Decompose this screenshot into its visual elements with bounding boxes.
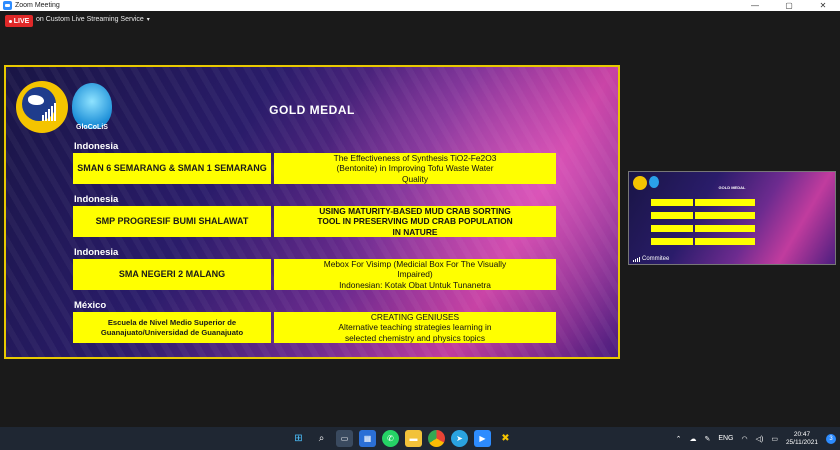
participant-video-thumbnail[interactable]: GOLD MEDAL Commitee: [628, 171, 836, 265]
whatsapp-icon[interactable]: ✆: [382, 430, 399, 447]
participant-name: Commitee: [642, 256, 670, 262]
entry-2-project-line: TOOL IN PRESERVING MUD CRAB POPULATION: [317, 216, 513, 227]
chevron-down-icon: ▾: [146, 17, 150, 23]
live-badge[interactable]: LIVE: [5, 15, 33, 27]
entry-3-project: Mebox For Visimp (Medicial Box For The V…: [274, 259, 556, 290]
search-icon[interactable]: ⌕: [313, 430, 330, 447]
entry-1-school: SMAN 6 SEMARANG & SMAN 1 SEMARANG: [73, 153, 271, 184]
thumbnail-row-block: [651, 212, 693, 219]
glocolis-logo-text: GloCoLiS: [76, 124, 108, 131]
entry-3-project-line: Impaired): [397, 269, 433, 280]
live-stream-dropdown[interactable]: on Custom Live Streaming Service ▾: [36, 16, 150, 23]
entry-2-project: USING MATURITY-BASED MUD CRAB SORTING TO…: [274, 206, 556, 237]
entry-4-project-line: Alternative teaching strategies learning…: [338, 322, 492, 333]
thumbnail-row-block: [651, 238, 693, 245]
slide-title: GOLD MEDAL: [269, 103, 355, 117]
entry-1-country: Indonesia: [74, 141, 119, 152]
notification-badge[interactable]: 3: [826, 433, 836, 444]
window-title: Zoom Meeting: [15, 2, 60, 9]
pen-icon[interactable]: ✎: [704, 435, 710, 443]
chrome-icon[interactable]: [428, 430, 445, 447]
entry-4-project: CREATING GENIUSES Alternative teaching s…: [274, 312, 556, 343]
taskbar-apps: ⊞ ⌕ ▭ ▦ ✆ ▬ ➤ ▶ ✖: [290, 430, 514, 447]
volume-icon[interactable]: ◁): [756, 435, 764, 443]
entry-4-school: Escuela de Nivel Medio Superior de Guana…: [73, 312, 271, 343]
thumbnail-row-block: [695, 212, 755, 219]
thumbnail-slide-title: GOLD MEDAL: [718, 185, 746, 190]
thumbnail-row-block: [695, 225, 755, 232]
entry-2-project-line: IN NATURE: [392, 226, 438, 237]
entry-2-school: SMP PROGRESIF BUMI SHALAWAT: [73, 206, 271, 237]
telegram-icon[interactable]: ➤: [451, 430, 468, 447]
system-tray: ⌃ ☁ ✎ ENG ◠ ◁) ▭ 20:47 25/11/2021 3: [676, 429, 836, 448]
window-controls: — ▢ ✕: [738, 0, 840, 11]
minimize-button[interactable]: —: [738, 0, 772, 11]
entry-2-country: Indonesia: [74, 194, 119, 205]
windows-taskbar: ⊞ ⌕ ▭ ▦ ✆ ▬ ➤ ▶ ✖ ⌃ ☁ ✎ ENG ◠ ◁) ▭ 20:47…: [0, 427, 840, 450]
participant-name-label: Commitee: [633, 256, 669, 262]
tools-icon[interactable]: ✖: [497, 430, 514, 447]
folder-icon[interactable]: ▬: [405, 430, 422, 447]
shared-screen: GloCoLiS GOLD MEDAL Indonesia SMAN 6 SEM…: [4, 65, 620, 359]
live-label: LIVE: [13, 17, 30, 25]
tray-overflow-icon[interactable]: ⌃: [676, 435, 682, 443]
entry-1-project-line: (Bentonite) in Improving Tofu Waste Wate…: [336, 163, 494, 174]
zoom-taskbar-icon[interactable]: ▶: [474, 430, 491, 447]
language-indicator[interactable]: ENG: [718, 435, 733, 442]
battery-icon[interactable]: ▭: [771, 435, 778, 443]
thumbnail-row-block: [695, 199, 755, 206]
entry-4-project-line: selected chemistry and physics topics: [344, 332, 486, 343]
meeting-top-bar: LIVE on Custom Live Streaming Service ▾: [0, 11, 840, 31]
window-title-bar: Zoom Meeting — ▢ ✕: [0, 0, 840, 11]
entry-3-project-line: Indonesian: Kotak Obat Untuk Tunanetra: [339, 279, 491, 290]
entry-4-country: México: [74, 300, 107, 311]
task-view-icon[interactable]: ▭: [336, 430, 353, 447]
clock-date: 25/11/2021: [785, 438, 818, 446]
signal-bars-icon: [633, 256, 640, 262]
zoom-app-icon: [3, 1, 12, 10]
entry-4-project-line: CREATING GENIUSES: [370, 312, 460, 323]
store-icon[interactable]: ▦: [359, 430, 376, 447]
clock-time: 20:47: [793, 431, 811, 439]
maximize-button[interactable]: ▢: [772, 0, 806, 11]
close-button[interactable]: ✕: [806, 0, 840, 11]
entry-1-project-line: Quality: [401, 173, 429, 184]
entry-1-project-line: The Effectiveness of Synthesis TiO2-Fe2O…: [333, 153, 497, 164]
entry-1-project: The Effectiveness of Synthesis TiO2-Fe2O…: [274, 153, 556, 184]
entry-3-project-line: Mebox For Visimp (Medicial Box For The V…: [323, 259, 507, 270]
thumbnail-row-block: [651, 199, 693, 206]
wifi-icon[interactable]: ◠: [741, 435, 747, 443]
thumbnail-row-block: [695, 238, 755, 245]
entry-3-country: Indonesia: [74, 247, 119, 258]
cloud-icon[interactable]: ☁: [689, 435, 696, 443]
windows-start-icon[interactable]: ⊞: [290, 430, 307, 447]
thumbnail-row-block: [651, 225, 693, 232]
clock[interactable]: 20:47 25/11/2021: [786, 431, 818, 446]
entry-3-school: SMA NEGERI 2 MALANG: [73, 259, 271, 290]
live-dot-icon: [8, 19, 12, 23]
entry-2-project-line: USING MATURITY-BASED MUD CRAB SORTING: [319, 206, 511, 217]
live-stream-text: on Custom Live Streaming Service: [36, 16, 144, 23]
